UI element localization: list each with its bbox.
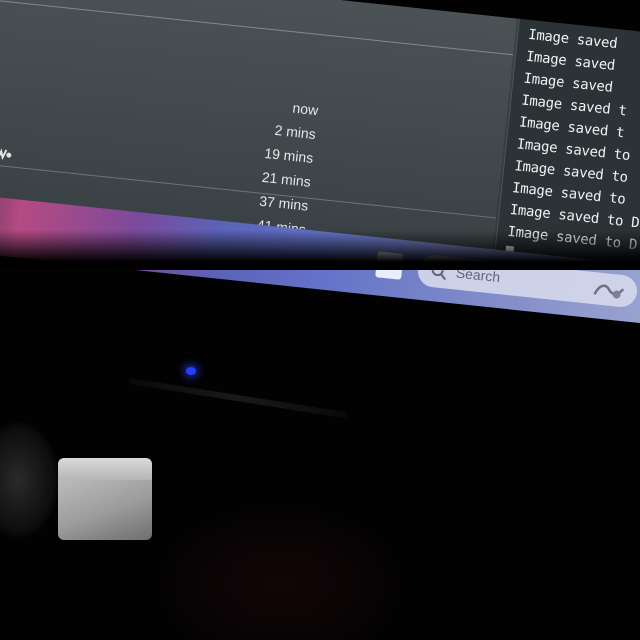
desk-shadow [150,500,410,640]
search-highlight-icon[interactable] [590,276,628,304]
power-adapter-top [58,458,152,480]
monitor-bezel [0,230,640,270]
monitor-base-edge [129,378,348,419]
monitor-screen: now 2 mins 19 mins 21 mins 37 mins 41 mi… [0,0,640,334]
notification-time-list: now 2 mins 19 mins 21 mins 37 mins 41 mi… [256,93,320,241]
tray-glyph-icon[interactable] [0,147,13,161]
pane-divider [0,0,514,56]
cable [0,420,60,540]
power-led [186,367,196,375]
